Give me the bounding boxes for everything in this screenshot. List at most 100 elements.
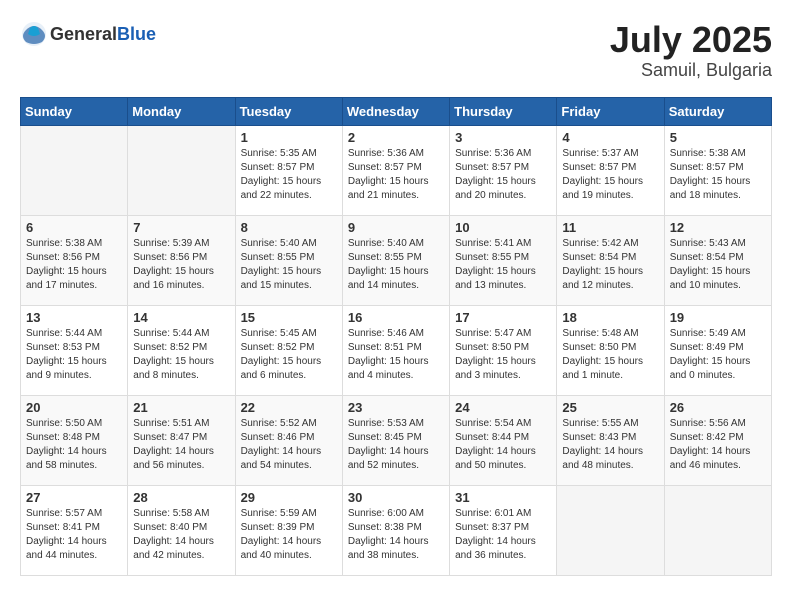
- day-number: 14: [133, 310, 229, 325]
- cell-info: Sunrise: 5:44 AM Sunset: 8:53 PM Dayligh…: [26, 327, 122, 383]
- calendar-cell: 30Sunrise: 6:00 AM Sunset: 8:38 PM Dayli…: [342, 485, 449, 575]
- weekday-header-row: SundayMondayTuesdayWednesdayThursdayFrid…: [21, 97, 772, 125]
- day-number: 20: [26, 400, 122, 415]
- day-number: 25: [562, 400, 658, 415]
- day-number: 16: [348, 310, 444, 325]
- calendar-cell: [664, 485, 771, 575]
- cell-info: Sunrise: 5:35 AM Sunset: 8:57 PM Dayligh…: [241, 147, 337, 203]
- cell-info: Sunrise: 5:42 AM Sunset: 8:54 PM Dayligh…: [562, 237, 658, 293]
- day-number: 17: [455, 310, 551, 325]
- weekday-header-saturday: Saturday: [664, 97, 771, 125]
- day-number: 18: [562, 310, 658, 325]
- calendar-cell: 6 Sunrise: 5:38 AM Sunset: 8:56 PM Daylig…: [21, 215, 128, 305]
- calendar-cell: 12Sunrise: 5:43 AM Sunset: 8:54 PM Dayli…: [664, 215, 771, 305]
- calendar-week-3: 13 Sunrise: 5:44 AM Sunset: 8:53 PM Dayli…: [21, 305, 772, 395]
- calendar-cell: 26Sunrise: 5:56 AM Sunset: 8:42 PM Dayli…: [664, 395, 771, 485]
- cell-info: Sunrise: 5:57 AM Sunset: 8:41 PM Dayligh…: [26, 507, 122, 563]
- day-number: 22: [241, 400, 337, 415]
- cell-info: Sunrise: 5:36 AM Sunset: 8:57 PM Dayligh…: [455, 147, 551, 203]
- calendar-cell: 4 Sunrise: 5:37 AM Sunset: 8:57 PM Daylig…: [557, 125, 664, 215]
- weekday-header-sunday: Sunday: [21, 97, 128, 125]
- logo-text: GeneralBlue: [50, 24, 156, 45]
- logo-general: General: [50, 24, 117, 44]
- calendar-cell: 17Sunrise: 5:47 AM Sunset: 8:50 PM Dayli…: [450, 305, 557, 395]
- cell-info: Sunrise: 5:49 AM Sunset: 8:49 PM Dayligh…: [670, 327, 766, 383]
- calendar-cell: 31 Sunrise: 6:01 AM Sunset: 8:37 PM Dayli…: [450, 485, 557, 575]
- day-number: 4: [562, 130, 658, 145]
- day-number: 26: [670, 400, 766, 415]
- cell-info: Sunrise: 5:55 AM Sunset: 8:43 PM Dayligh…: [562, 417, 658, 473]
- day-number: 28: [133, 490, 229, 505]
- calendar-cell: 28 Sunrise: 5:58 AM Sunset: 8:40 PM Dayli…: [128, 485, 235, 575]
- logo: GeneralBlue: [20, 20, 156, 48]
- day-number: 9: [348, 220, 444, 235]
- calendar-cell: 29 Sunrise: 5:59 AM Sunset: 8:39 PM Dayli…: [235, 485, 342, 575]
- calendar-cell: 24Sunrise: 5:54 AM Sunset: 8:44 PM Dayli…: [450, 395, 557, 485]
- cell-info: Sunrise: 5:41 AM Sunset: 8:55 PM Dayligh…: [455, 237, 551, 293]
- weekday-header-tuesday: Tuesday: [235, 97, 342, 125]
- cell-info: Sunrise: 6:01 AM Sunset: 8:37 PM Dayligh…: [455, 507, 551, 563]
- day-number: 19: [670, 310, 766, 325]
- cell-info: Sunrise: 5:38 AM Sunset: 8:57 PM Dayligh…: [670, 147, 766, 203]
- calendar-cell: [128, 125, 235, 215]
- calendar-cell: 25 Sunrise: 5:55 AM Sunset: 8:43 PM Dayli…: [557, 395, 664, 485]
- calendar-cell: 13 Sunrise: 5:44 AM Sunset: 8:53 PM Dayli…: [21, 305, 128, 395]
- cell-info: Sunrise: 5:51 AM Sunset: 8:47 PM Dayligh…: [133, 417, 229, 473]
- calendar-week-1: 1 Sunrise: 5:35 AM Sunset: 8:57 PM Daylig…: [21, 125, 772, 215]
- day-number: 10: [455, 220, 551, 235]
- calendar-cell: 3 Sunrise: 5:36 AM Sunset: 8:57 PM Daylig…: [450, 125, 557, 215]
- cell-info: Sunrise: 6:00 AM Sunset: 8:38 PM Dayligh…: [348, 507, 444, 563]
- cell-info: Sunrise: 5:59 AM Sunset: 8:39 PM Dayligh…: [241, 507, 337, 563]
- cell-info: Sunrise: 5:58 AM Sunset: 8:40 PM Dayligh…: [133, 507, 229, 563]
- calendar-cell: 7Sunrise: 5:39 AM Sunset: 8:56 PM Daylig…: [128, 215, 235, 305]
- day-number: 12: [670, 220, 766, 235]
- calendar-cell: 20 Sunrise: 5:50 AM Sunset: 8:48 PM Dayli…: [21, 395, 128, 485]
- cell-info: Sunrise: 5:44 AM Sunset: 8:52 PM Dayligh…: [133, 327, 229, 383]
- weekday-header-friday: Friday: [557, 97, 664, 125]
- cell-info: Sunrise: 5:40 AM Sunset: 8:55 PM Dayligh…: [241, 237, 337, 293]
- weekday-header-monday: Monday: [128, 97, 235, 125]
- calendar-cell: 10 Sunrise: 5:41 AM Sunset: 8:55 PM Dayli…: [450, 215, 557, 305]
- logo-icon: [20, 20, 48, 48]
- day-number: 24: [455, 400, 551, 415]
- day-number: 6: [26, 220, 122, 235]
- day-number: 1: [241, 130, 337, 145]
- calendar-week-2: 6 Sunrise: 5:38 AM Sunset: 8:56 PM Daylig…: [21, 215, 772, 305]
- weekday-header-wednesday: Wednesday: [342, 97, 449, 125]
- cell-info: Sunrise: 5:45 AM Sunset: 8:52 PM Dayligh…: [241, 327, 337, 383]
- calendar-cell: 8Sunrise: 5:40 AM Sunset: 8:55 PM Daylig…: [235, 215, 342, 305]
- cell-info: Sunrise: 5:37 AM Sunset: 8:57 PM Dayligh…: [562, 147, 658, 203]
- cell-info: Sunrise: 5:48 AM Sunset: 8:50 PM Dayligh…: [562, 327, 658, 383]
- title-block: July 2025 Samuil, Bulgaria: [610, 20, 772, 81]
- cell-info: Sunrise: 5:52 AM Sunset: 8:46 PM Dayligh…: [241, 417, 337, 473]
- weekday-header-thursday: Thursday: [450, 97, 557, 125]
- calendar-cell: 1 Sunrise: 5:35 AM Sunset: 8:57 PM Daylig…: [235, 125, 342, 215]
- calendar-cell: [557, 485, 664, 575]
- day-number: 31: [455, 490, 551, 505]
- day-number: 5: [670, 130, 766, 145]
- calendar-cell: 22 Sunrise: 5:52 AM Sunset: 8:46 PM Dayli…: [235, 395, 342, 485]
- cell-info: Sunrise: 5:38 AM Sunset: 8:56 PM Dayligh…: [26, 237, 122, 293]
- calendar-cell: 9Sunrise: 5:40 AM Sunset: 8:55 PM Daylig…: [342, 215, 449, 305]
- calendar-cell: 11 Sunrise: 5:42 AM Sunset: 8:54 PM Dayli…: [557, 215, 664, 305]
- day-number: 3: [455, 130, 551, 145]
- calendar-cell: 21 Sunrise: 5:51 AM Sunset: 8:47 PM Dayli…: [128, 395, 235, 485]
- calendar-cell: 2Sunrise: 5:36 AM Sunset: 8:57 PM Daylig…: [342, 125, 449, 215]
- calendar-cell: 15 Sunrise: 5:45 AM Sunset: 8:52 PM Dayli…: [235, 305, 342, 395]
- cell-info: Sunrise: 5:39 AM Sunset: 8:56 PM Dayligh…: [133, 237, 229, 293]
- cell-info: Sunrise: 5:50 AM Sunset: 8:48 PM Dayligh…: [26, 417, 122, 473]
- calendar-cell: 19 Sunrise: 5:49 AM Sunset: 8:49 PM Dayli…: [664, 305, 771, 395]
- calendar-cell: 23Sunrise: 5:53 AM Sunset: 8:45 PM Dayli…: [342, 395, 449, 485]
- day-number: 15: [241, 310, 337, 325]
- cell-info: Sunrise: 5:46 AM Sunset: 8:51 PM Dayligh…: [348, 327, 444, 383]
- day-number: 29: [241, 490, 337, 505]
- day-number: 27: [26, 490, 122, 505]
- month-title: July 2025: [610, 20, 772, 60]
- calendar-cell: 18 Sunrise: 5:48 AM Sunset: 8:50 PM Dayli…: [557, 305, 664, 395]
- calendar-cell: 27 Sunrise: 5:57 AM Sunset: 8:41 PM Dayli…: [21, 485, 128, 575]
- day-number: 2: [348, 130, 444, 145]
- day-number: 21: [133, 400, 229, 415]
- day-number: 11: [562, 220, 658, 235]
- calendar-week-5: 27 Sunrise: 5:57 AM Sunset: 8:41 PM Dayli…: [21, 485, 772, 575]
- day-number: 13: [26, 310, 122, 325]
